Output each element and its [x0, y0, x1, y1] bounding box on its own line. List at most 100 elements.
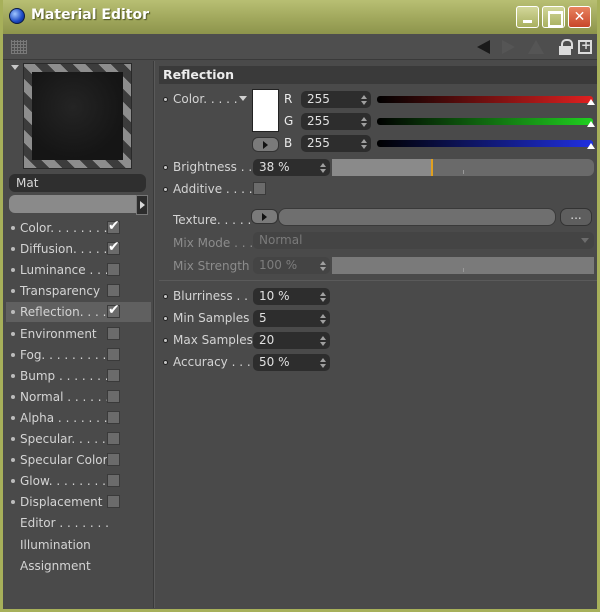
mix-strength-spinner-icon[interactable]	[320, 261, 326, 271]
b-value-field[interactable]: 255	[301, 135, 371, 152]
sidebar-item-channel[interactable]: Specular. . . . .	[6, 429, 151, 449]
close-button[interactable]: ✕	[568, 6, 591, 28]
sidebar-item-channel[interactable]: Bump . . . . . . .	[6, 366, 151, 386]
sidebar-item-channel[interactable]: Reflection. . . .	[6, 302, 151, 323]
texture-browse-button[interactable]: ...	[560, 208, 592, 226]
sidebar-item-channel[interactable]: Luminance . . .	[6, 260, 151, 280]
material-preview-slider[interactable]	[9, 195, 136, 213]
additive-keyframe-dot[interactable]	[163, 187, 168, 192]
max-samples-field[interactable]: 20	[253, 332, 330, 349]
min-samples-keyframe-dot[interactable]	[163, 316, 168, 321]
blurriness-field[interactable]: 10 %	[253, 288, 330, 305]
back-arrow-icon[interactable]	[477, 40, 490, 54]
g-gradient-slider[interactable]	[377, 118, 595, 127]
g-value-field[interactable]: 255	[301, 113, 371, 130]
channel-bullet-icon	[11, 289, 15, 294]
channel-checkbox[interactable]	[107, 495, 120, 509]
channel-bullet-icon	[11, 500, 15, 505]
mix-mode-select[interactable]: Normal	[253, 232, 594, 249]
maximize-button[interactable]	[542, 6, 565, 28]
max-samples-value: 20	[259, 333, 275, 347]
blurriness-spinner-icon[interactable]	[320, 292, 326, 302]
sidebar-item-channel[interactable]: Diffusion. . . . .	[6, 239, 151, 259]
accuracy-field[interactable]: 50 %	[253, 354, 330, 371]
mix-strength-slider[interactable]	[332, 257, 594, 274]
sidebar-item-channel[interactable]: Illumination	[6, 535, 151, 555]
material-name-field[interactable]: Mat	[9, 174, 146, 192]
channel-checkbox[interactable]	[107, 368, 120, 382]
channel-checkbox[interactable]	[107, 302, 120, 319]
sidebar-item-channel[interactable]: Editor . . . . . . .	[6, 513, 151, 533]
sidebar-item-channel[interactable]: Specular Color	[6, 450, 151, 470]
r-gradient-slider[interactable]	[377, 96, 595, 105]
channel-checkbox[interactable]	[107, 453, 120, 467]
sidebar-item-channel[interactable]: Transparency	[6, 281, 151, 301]
material-preview[interactable]	[23, 63, 132, 169]
min-samples-field[interactable]: 5	[253, 310, 330, 327]
g-spinner-icon[interactable]	[361, 117, 367, 127]
color-swatch[interactable]	[252, 89, 279, 132]
accuracy-spinner-icon[interactable]	[320, 358, 326, 368]
channel-checkbox[interactable]	[107, 326, 120, 340]
collapse-triangle-icon[interactable]	[11, 65, 19, 70]
channel-checkbox[interactable]	[107, 389, 120, 403]
mix-strength-field[interactable]: 100 %	[253, 257, 330, 274]
sidebar-item-channel[interactable]: Glow. . . . . . . .	[6, 471, 151, 491]
max-samples-keyframe-dot[interactable]	[163, 338, 168, 343]
accuracy-keyframe-dot[interactable]	[163, 360, 168, 365]
max-samples-spinner-icon[interactable]	[320, 336, 326, 346]
additive-checkbox[interactable]	[253, 182, 266, 195]
brightness-slider[interactable]	[332, 159, 594, 176]
material-slider-arrow-button[interactable]	[136, 195, 148, 215]
sidebar-item-channel[interactable]: Assignment	[6, 556, 151, 576]
brightness-slider-handle[interactable]	[430, 159, 433, 176]
sidebar-item-channel[interactable]: Alpha . . . . . . .	[6, 408, 151, 428]
blurriness-value: 10 %	[259, 289, 290, 303]
color-mode-dropdown-icon[interactable]	[239, 96, 247, 101]
brightness-field[interactable]: 38 %	[253, 159, 330, 176]
channel-checkbox[interactable]	[107, 284, 120, 298]
color-expand-button[interactable]	[252, 137, 279, 152]
texture-path-field[interactable]	[278, 208, 556, 226]
sidebar-item-channel[interactable]: Fog. . . . . . . . .	[6, 345, 151, 365]
channel-checkbox[interactable]	[107, 410, 120, 424]
channel-checkbox[interactable]	[107, 239, 120, 256]
brightness-slider-tick	[463, 170, 464, 174]
b-gradient-slider[interactable]	[377, 140, 595, 149]
channel-bullet-icon	[11, 226, 15, 230]
new-window-icon[interactable]	[578, 38, 592, 54]
texture-menu-button[interactable]	[251, 209, 278, 224]
blurriness-keyframe-dot[interactable]	[163, 294, 168, 299]
g-slider-marker-icon[interactable]	[587, 121, 595, 127]
b-spinner-icon[interactable]	[361, 139, 367, 149]
section-separator	[159, 280, 597, 281]
lock-icon[interactable]	[558, 39, 574, 55]
channel-label: Assignment	[20, 558, 91, 573]
brightness-keyframe-dot[interactable]	[163, 165, 168, 170]
app-sphere-icon	[9, 8, 25, 24]
sidebar-item-channel[interactable]: Displacement	[6, 492, 151, 512]
sidebar-item-channel[interactable]: Color. . . . . . . .	[6, 218, 151, 238]
title-bar[interactable]: Material Editor ✕	[3, 0, 597, 34]
channel-checkbox[interactable]	[107, 474, 120, 488]
b-slider-marker-icon[interactable]	[587, 143, 595, 149]
r-spinner-icon[interactable]	[361, 95, 367, 105]
color-keyframe-dot[interactable]	[163, 97, 168, 102]
sidebar-item-channel[interactable]: Normal . . . . . .	[6, 387, 151, 407]
additive-label: Additive . . . .	[173, 182, 253, 196]
r-slider-marker-icon[interactable]	[587, 99, 595, 105]
sidebar-item-channel[interactable]: Environment	[6, 324, 151, 344]
channel-checkbox[interactable]	[107, 263, 120, 277]
forward-arrow-icon[interactable]	[502, 40, 515, 54]
panel-divider[interactable]	[153, 61, 155, 608]
channel-checkbox[interactable]	[107, 432, 120, 445]
grip-icon[interactable]	[11, 40, 27, 54]
r-value-field[interactable]: 255	[301, 91, 371, 108]
up-arrow-icon[interactable]	[528, 40, 544, 54]
brightness-spinner-icon[interactable]	[320, 163, 326, 173]
channel-checkbox[interactable]	[107, 347, 120, 361]
brightness-slider-fill	[332, 159, 432, 176]
minimize-button[interactable]	[516, 6, 539, 28]
channel-checkbox[interactable]	[107, 218, 120, 234]
min-samples-spinner-icon[interactable]	[320, 314, 326, 324]
